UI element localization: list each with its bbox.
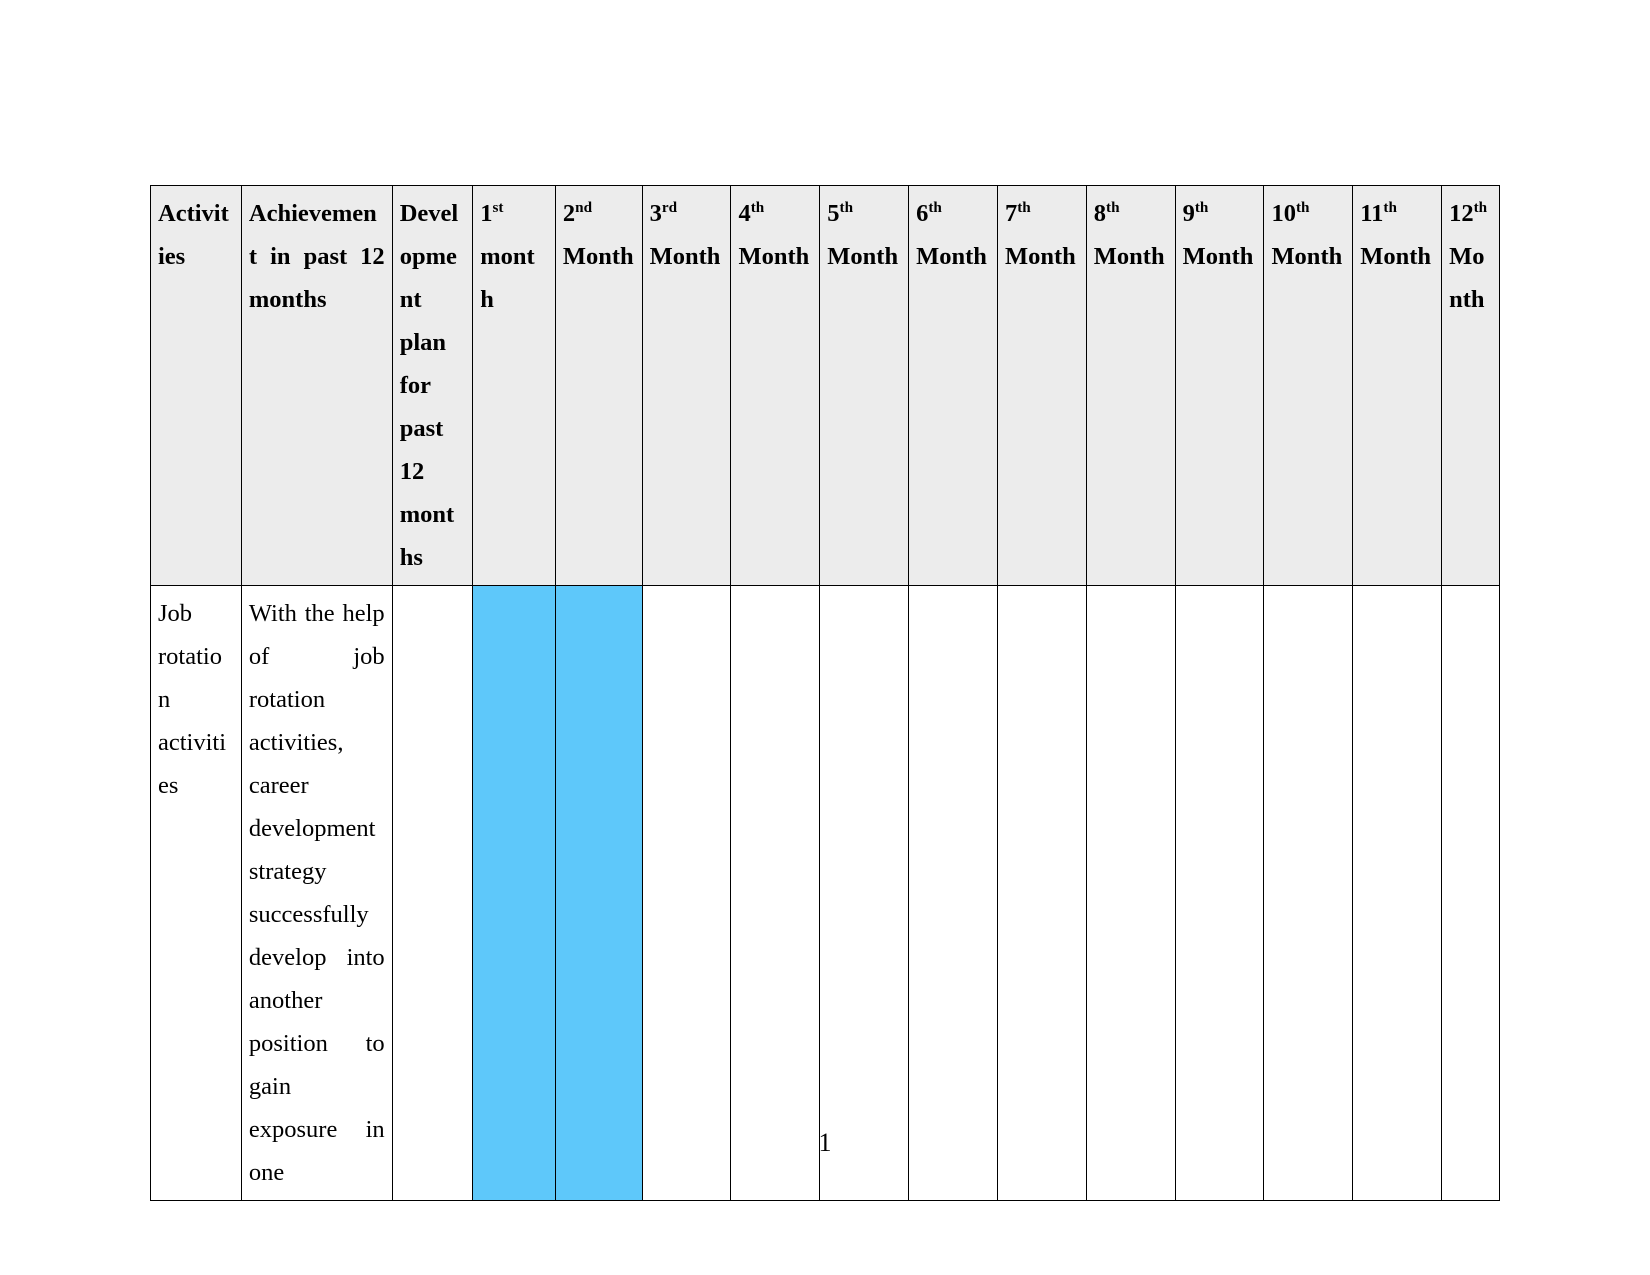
cell-activity-text: Job rotation activities <box>158 600 227 799</box>
ordinal-suffix: st <box>492 198 504 216</box>
column-header-month-4: 4th Month <box>730 185 821 586</box>
column-header-month-9-label: Month <box>1182 243 1254 270</box>
development-plan-table-container: Activities Achievement in past 12 months… <box>150 185 1500 1201</box>
ordinal-suffix: th <box>1295 198 1310 216</box>
column-header-month-6-label: Month <box>916 243 987 270</box>
column-header-month-10: 10th Month <box>1263 185 1354 586</box>
ordinal-suffix: th <box>1106 198 1120 216</box>
cell-development-plan[interactable] <box>391 585 474 1201</box>
ordinal-suffix: th <box>750 198 765 216</box>
cell-month-3[interactable] <box>641 585 732 1201</box>
cell-month-5[interactable] <box>819 585 910 1201</box>
ordinal-suffix: th <box>839 198 854 216</box>
column-header-month-10-label: Month <box>1271 243 1343 270</box>
ordinal-number: 10 <box>1271 200 1296 227</box>
column-header-achievement: Achievement in past 12 months <box>240 185 393 586</box>
cell-month-7[interactable] <box>996 585 1087 1201</box>
cell-month-9[interactable] <box>1174 585 1265 1201</box>
ordinal-suffix: th <box>928 198 942 216</box>
column-header-month-3-label: Month <box>649 243 721 270</box>
table-row: Job rotation activities With the help of… <box>150 585 1500 1201</box>
column-header-development-plan: Development plan for past 12 months <box>391 185 474 586</box>
column-header-month-12: 12th Month <box>1441 185 1500 586</box>
column-header-month-5-ordinal: 5th <box>827 192 901 235</box>
column-header-month-12-ordinal: 12th <box>1449 192 1492 235</box>
cell-month-2[interactable] <box>554 585 643 1201</box>
column-header-month-6-ordinal: 6th <box>916 192 990 235</box>
column-header-month-4-ordinal: 4th <box>738 192 812 235</box>
column-header-activities-label: Activities <box>158 200 229 270</box>
column-header-month-7-label: Month <box>1004 243 1076 270</box>
column-header-month-1-ordinal: 1st <box>480 192 548 235</box>
cell-month-11[interactable] <box>1352 585 1443 1201</box>
development-plan-table: Activities Achievement in past 12 months… <box>150 185 1500 1201</box>
ordinal-suffix: nd <box>575 198 593 216</box>
column-header-month-3: 3rd Month <box>641 185 732 586</box>
table-body: Job rotation activities With the help of… <box>150 585 1500 1201</box>
column-header-month-2-label: Month <box>562 243 634 270</box>
ordinal-number: 7 <box>1004 200 1018 227</box>
column-header-month-8-label: Month <box>1093 243 1165 270</box>
ordinal-number: 4 <box>738 200 751 227</box>
column-header-month-7: 7th Month <box>996 185 1087 586</box>
column-header-month-11-label: Month <box>1360 243 1432 270</box>
document-page: Activities Achievement in past 12 months… <box>0 0 1650 1275</box>
cell-month-4[interactable] <box>730 585 821 1201</box>
column-header-month-12-label: Month <box>1449 243 1485 313</box>
ordinal-number: 6 <box>916 200 929 227</box>
page-number: 1 <box>818 1128 832 1157</box>
ordinal-number: 8 <box>1093 200 1107 227</box>
ordinal-number: 2 <box>562 200 576 227</box>
cell-month-10[interactable] <box>1263 585 1354 1201</box>
column-header-month-5-label: Month <box>827 243 899 270</box>
cell-month-12[interactable] <box>1441 585 1500 1201</box>
ordinal-suffix: rd <box>661 198 678 216</box>
table-header: Activities Achievement in past 12 months… <box>150 185 1500 586</box>
column-header-month-10-ordinal: 10th <box>1271 192 1345 235</box>
ordinal-number: 12 <box>1449 200 1474 227</box>
ordinal-suffix: th <box>1473 198 1488 216</box>
table-header-row: Activities Achievement in past 12 months… <box>150 185 1500 586</box>
column-header-month-2-ordinal: 2nd <box>563 192 635 235</box>
ordinal-number: 9 <box>1182 200 1195 227</box>
column-header-month-7-ordinal: 7th <box>1005 192 1079 235</box>
column-header-month-3-ordinal: 3rd <box>650 192 724 235</box>
column-header-month-6: 6th Month <box>908 185 998 586</box>
column-header-month-11-ordinal: 11th <box>1360 192 1434 235</box>
cell-month-6[interactable] <box>908 585 998 1201</box>
ordinal-number: 3 <box>649 200 662 227</box>
column-header-achievement-label: Achievement in past 12 months <box>248 200 385 313</box>
cell-month-1[interactable] <box>472 585 556 1201</box>
ordinal-number: 1 <box>480 200 493 227</box>
column-header-month-9-ordinal: 9th <box>1183 192 1257 235</box>
ordinal-suffix: th <box>1194 198 1209 216</box>
column-header-month-11: 11th Month <box>1352 185 1443 586</box>
ordinal-suffix: th <box>1383 198 1397 216</box>
column-header-month-9: 9th Month <box>1174 185 1265 586</box>
column-header-month-5: 5th Month <box>819 185 910 586</box>
column-header-month-8-ordinal: 8th <box>1094 192 1168 235</box>
cell-achievement[interactable]: With the help of job rotation activities… <box>240 585 393 1201</box>
column-header-month-1: 1st month <box>472 185 556 586</box>
ordinal-number: 11 <box>1360 200 1384 227</box>
cell-month-8[interactable] <box>1085 585 1176 1201</box>
column-header-activities: Activities <box>150 185 242 586</box>
column-header-month-2: 2nd Month <box>554 185 643 586</box>
column-header-month-1-label: month <box>480 243 535 313</box>
column-header-month-8: 8th Month <box>1085 185 1176 586</box>
cell-achievement-text: With the help of job rotation activities… <box>248 600 385 1186</box>
ordinal-suffix: th <box>1017 198 1031 216</box>
column-header-month-4-label: Month <box>738 243 810 270</box>
cell-activity[interactable]: Job rotation activities <box>150 585 242 1201</box>
ordinal-number: 5 <box>827 200 840 227</box>
column-header-development-plan-label: Development plan for past 12 months <box>399 200 459 571</box>
